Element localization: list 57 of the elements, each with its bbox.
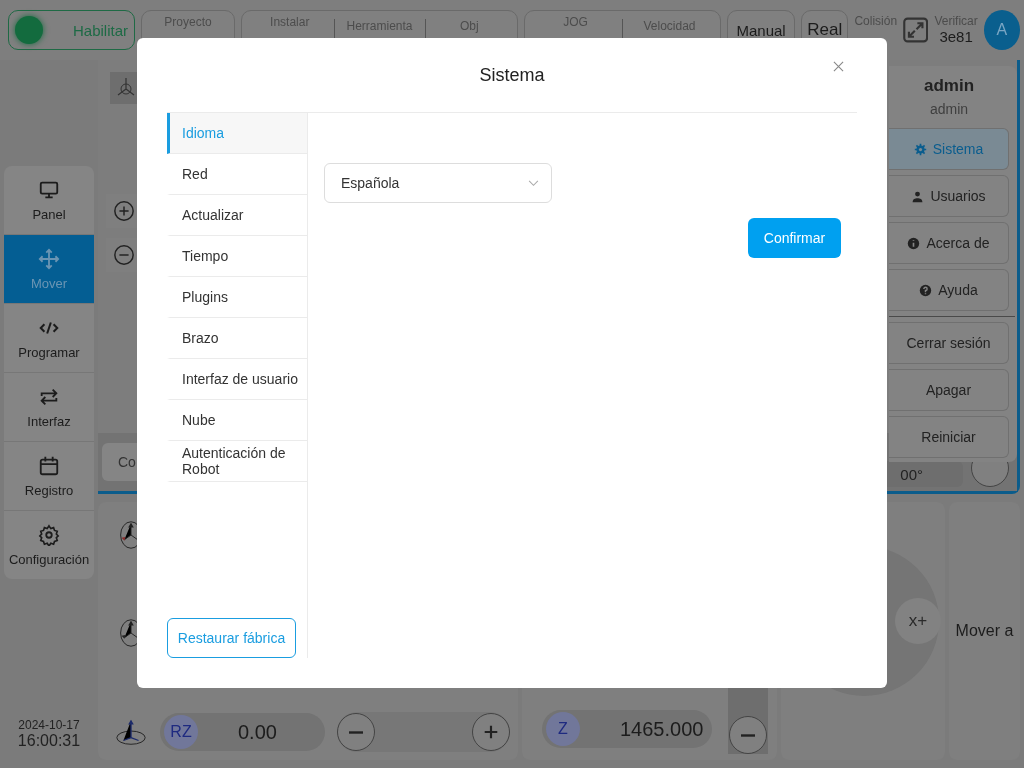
dialog-title: Sistema [479,64,545,86]
menu-item[interactable]: Acerca de [889,222,1009,264]
menu-item[interactable]: Ayuda [889,269,1009,311]
minus-icon [741,733,755,737]
settings-tab[interactable]: Actualizar [167,195,307,236]
settings-tab[interactable]: Brazo [167,318,307,359]
verify-value: 3e81 [939,28,973,46]
settings-icon [38,523,60,546]
nav-item[interactable]: Interfaz [4,372,94,441]
close-icon[interactable] [833,61,844,72]
zoom-out-icon [113,244,135,266]
nav-item[interactable]: Panel [4,166,94,234]
settings-tab[interactable]: Plugins [167,277,307,318]
factory-reset-button[interactable]: Restaurar fábrica [167,618,296,658]
move-arrows-icon [38,247,60,270]
user-avatar[interactable]: A [983,10,1020,50]
date-text: 2024-10-17 [18,718,80,732]
person-icon [911,189,925,203]
settings-tab[interactable]: Tiempo [167,236,307,277]
axis-value-field[interactable]: Z 1465.000 [542,710,712,748]
axis-label: Z [546,712,580,746]
help-icon [919,283,933,297]
confirm-button[interactable]: Confirmar [748,218,841,258]
settings-icon [913,142,927,156]
calendar-icon [38,454,60,477]
settings-tab[interactable]: Interfaz de usuario [167,359,307,400]
axis-value: 1465.000 [620,717,704,741]
user-name: admin [922,76,976,96]
settings-tab[interactable]: Red [167,154,307,195]
plus-icon [482,723,500,741]
user-role: admin [928,101,970,117]
time-text: 16:00:31 [17,732,81,750]
minus-icon [349,730,363,734]
info-icon [907,236,921,250]
menu-item[interactable]: Reiniciar [889,416,1009,458]
move-to-button[interactable]: Mover a [949,502,1020,760]
language-select[interactable]: Española [324,163,552,203]
settings-tab[interactable]: Nube [167,400,307,441]
fullscreen-icon[interactable] [903,16,929,44]
minus-button[interactable] [729,716,767,754]
nav-item[interactable]: Programar [4,303,94,372]
axis-value: 0.00 [238,720,277,744]
axis-value-field[interactable]: RZ 0.00 [160,713,325,751]
zoom-in-icon [113,200,135,222]
settings-tab[interactable]: Idioma [167,113,307,154]
plus-button[interactable] [472,713,510,751]
axis-label: RZ [164,715,198,749]
nav-item[interactable]: Mover [4,234,94,303]
nav-item[interactable]: Configuración [4,510,94,579]
minus-button[interactable] [337,713,375,751]
chevron-down-icon [528,179,539,187]
nav-item[interactable]: Registro [4,441,94,510]
menu-item[interactable]: Apagar [889,369,1009,411]
menu-item[interactable]: Usuarios [889,175,1009,217]
joystick-button[interactable]: x+ [895,598,941,644]
settings-tab[interactable]: Autenticación de Robot [167,441,307,482]
menu-item[interactable]: Cerrar sesión [889,322,1009,364]
